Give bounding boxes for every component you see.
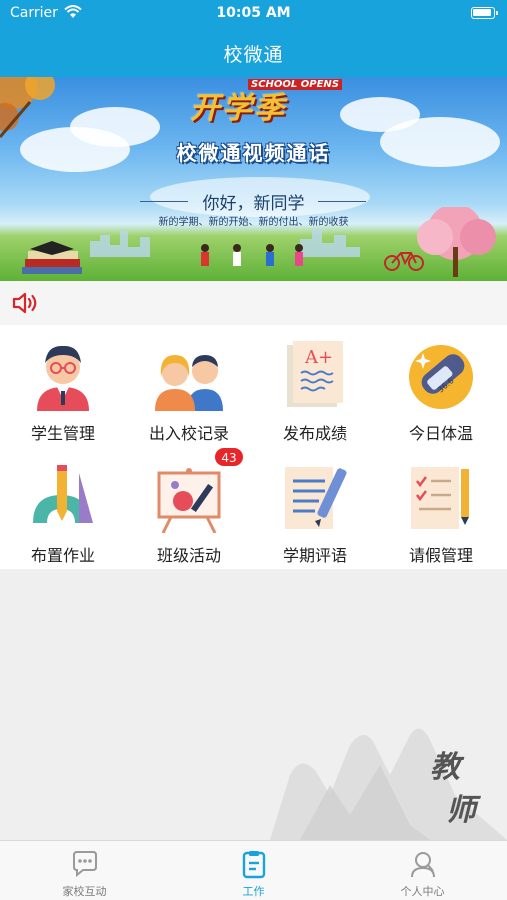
svg-text:教: 教 [430,750,465,785]
bicycle-icon [384,252,424,271]
grid-item-attendance-record[interactable]: 出入校记录 [126,325,252,447]
clock: 10:05 AM [216,5,291,21]
svg-text:A+: A+ [304,347,333,368]
notification-badge: 43 [214,447,244,467]
tab-label: 个人中心 [400,885,445,898]
page-title: 校微通 [223,44,284,66]
tab-bar: 家校互动 工作 个人中心 [0,840,507,900]
grid-item-class-activities[interactable]: 43 班级活动 [126,447,252,569]
speaker-icon[interactable] [12,291,40,315]
tab-work[interactable]: 工作 [169,841,338,900]
grid-item-label: 学期评语 [282,546,347,565]
function-grid: 学生管理 出入校记录 A+ 发布成绩 36.6 今日体温 布置作业 43 班级活… [0,325,507,569]
leave-form-icon [411,467,469,529]
grid-item-temperature[interactable]: 36.6 今日体温 [378,325,504,447]
books-icon [22,241,82,274]
comment-pen-icon [285,467,347,529]
grid-item-student-management[interactable]: 学生管理 [0,325,126,447]
clipboard-icon [242,851,266,879]
children-icon [201,244,303,266]
tab-label: 家校互动 [62,885,107,898]
tab-profile[interactable]: 个人中心 [338,841,507,900]
navigation-bar: Carrier 10:05 AM 校微通 [0,0,507,77]
student-icon [37,345,89,411]
thermometer-icon: 36.6 [409,345,473,409]
grid-item-label: 请假管理 [408,546,473,565]
grid-item-publish-grades[interactable]: A+ 发布成绩 [252,325,378,447]
grid-item-label: 班级活动 [156,546,221,565]
status-bar: Carrier 10:05 AM [0,0,507,26]
chat-icon [73,851,97,878]
grid-item-leave-management[interactable]: 请假管理 [378,447,504,569]
grid-item-label: 出入校记录 [148,424,229,443]
user-icon [411,852,435,878]
grid-item-label: 发布成绩 [282,424,347,443]
ruler-pencil-icon [33,465,93,523]
svg-text:师: 师 [446,793,481,828]
tab-label: 工作 [242,885,265,898]
banner-logo: 开学季 [190,91,286,126]
grid-item-label: 今日体温 [408,424,473,443]
grid-item-label: 布置作业 [30,546,95,565]
announcement-bar[interactable] [0,281,507,325]
tab-home-school[interactable]: 家校互动 [0,841,169,900]
promo-banner[interactable]: SCHOOL OPENS 开学季 校微通视频通话 你好，新同学 新的学期、新的开… [0,77,507,281]
grade-paper-icon: A+ [287,341,343,407]
grid-item-assign-homework[interactable]: 布置作业 [0,447,126,569]
grid-item-term-comments[interactable]: 学期评语 [252,447,378,569]
grid-item-label: 学生管理 [30,424,95,443]
attendance-icon [155,355,223,411]
battery-icon [471,7,498,19]
teacher-watermark-icon: 教 师 [270,728,507,840]
easel-icon [157,468,221,533]
banner-headline: 校微通视频通话 [176,141,331,165]
